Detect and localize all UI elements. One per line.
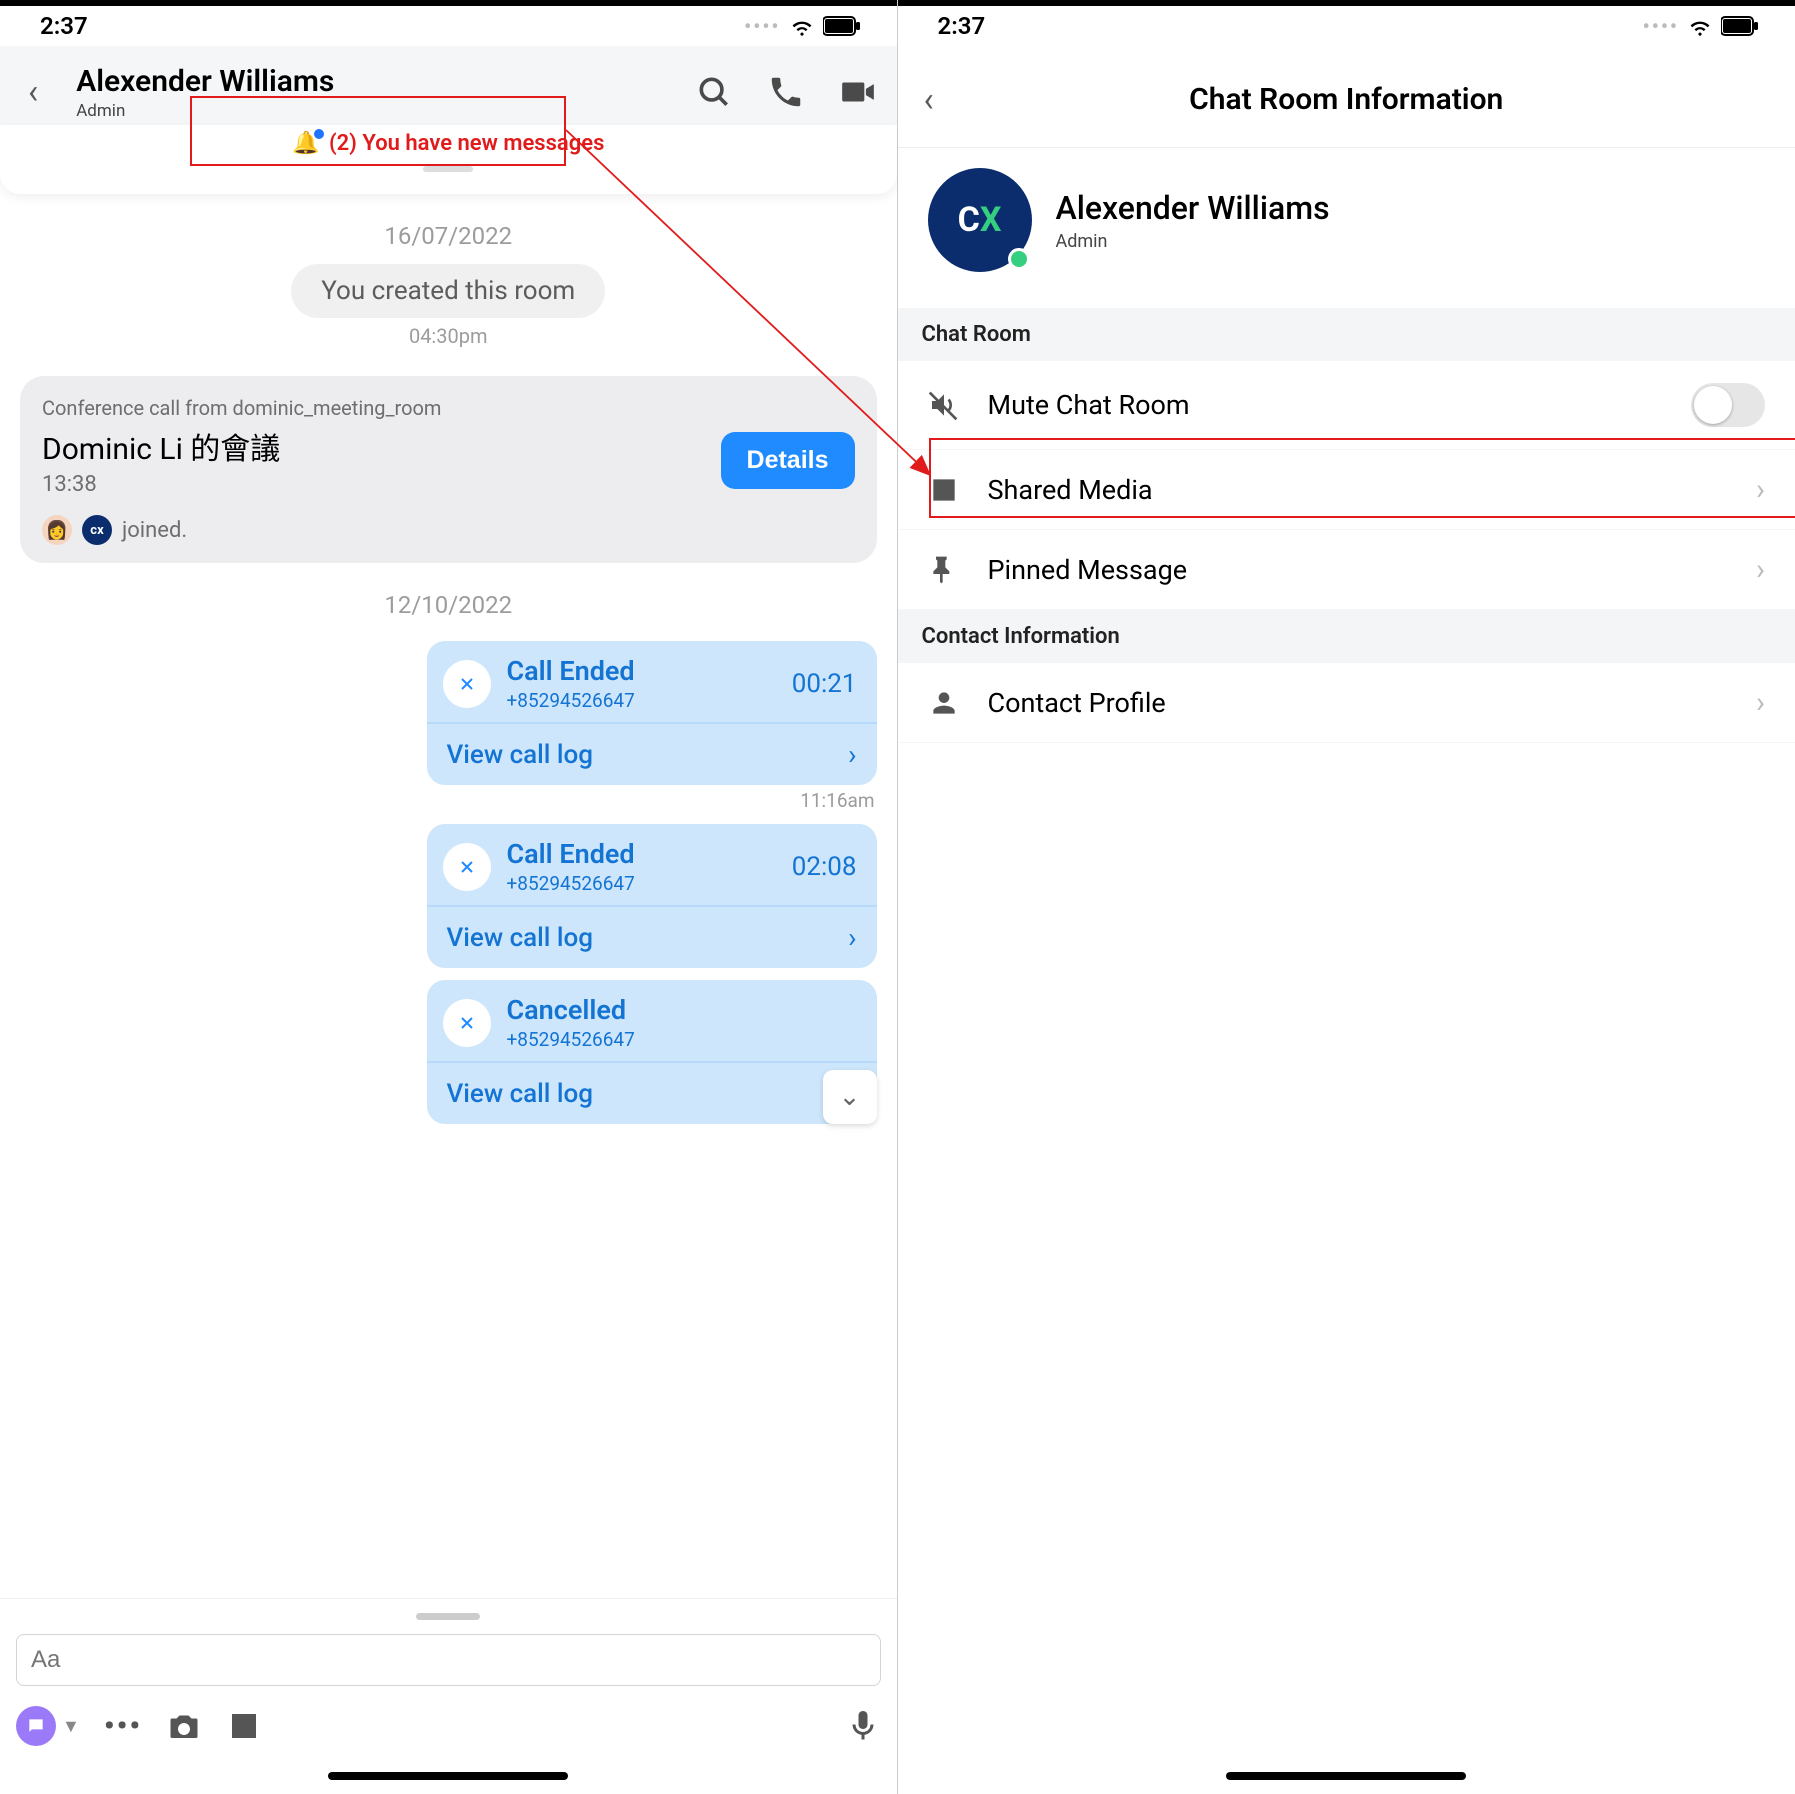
home-indicator[interactable] xyxy=(1226,1772,1466,1780)
gallery-icon[interactable] xyxy=(226,1708,262,1744)
scroll-down-button[interactable]: ⌄ xyxy=(823,1070,877,1124)
status-bar: 2:37 •••• xyxy=(898,6,1795,46)
call-duration: 02:08 xyxy=(792,852,857,882)
more-options-button[interactable]: ••• xyxy=(104,1709,142,1744)
contact-profile-row[interactable]: Contact Profile › xyxy=(898,663,1795,743)
home-indicator[interactable] xyxy=(328,1772,568,1780)
info-header: ‹ Chat Room Information xyxy=(898,46,1795,148)
view-call-log-button[interactable]: View call log › xyxy=(427,905,877,968)
battery-icon xyxy=(1721,16,1759,36)
contact-summary: CX Alexender Williams Admin xyxy=(898,148,1795,308)
call-arrow-icon xyxy=(443,999,491,1047)
composer-handle[interactable] xyxy=(416,1613,480,1620)
person-icon xyxy=(928,687,960,719)
room-title-area[interactable]: Alexender Williams Admin xyxy=(68,58,672,125)
mute-toggle[interactable] xyxy=(1691,383,1765,427)
contact-name: Alexender Williams xyxy=(1056,189,1330,227)
composer: ▼ ••• xyxy=(0,1598,897,1762)
call-title: Call Ended xyxy=(507,838,635,870)
call-number: +85294526647 xyxy=(507,872,635,895)
video-icon[interactable] xyxy=(839,73,877,111)
back-button[interactable]: ‹ xyxy=(924,80,934,120)
bell-icon: 🔔 xyxy=(292,131,319,156)
chat-header: ‹ Alexender Williams Admin xyxy=(0,46,897,125)
call-title: Cancelled xyxy=(507,994,635,1026)
call-title: Call Ended xyxy=(507,655,635,687)
media-icon xyxy=(928,474,960,506)
conference-title: Dominic Li 的會議 xyxy=(42,424,280,468)
chat-screen: 2:37 •••• ‹ Alexender Williams Admin 🔔 (… xyxy=(0,0,898,1794)
call-number: +85294526647 xyxy=(507,1028,635,1051)
chevron-right-icon: › xyxy=(1756,472,1765,507)
shared-media-row[interactable]: Shared Media › xyxy=(898,450,1795,530)
presence-dot-icon xyxy=(1008,248,1030,270)
media-label: Shared Media xyxy=(988,474,1153,506)
back-button[interactable]: ‹ xyxy=(20,72,46,112)
send-caret-icon[interactable]: ▼ xyxy=(62,1716,80,1737)
details-button[interactable]: Details xyxy=(721,432,855,489)
profile-label: Contact Profile xyxy=(988,687,1166,719)
wifi-icon xyxy=(789,13,815,39)
section-contact-info: Contact Information xyxy=(898,610,1795,663)
mic-icon[interactable] xyxy=(845,1708,881,1744)
wifi-icon xyxy=(1687,13,1713,39)
pinned-message-row[interactable]: Pinned Message › xyxy=(898,530,1795,610)
message-input[interactable] xyxy=(16,1634,881,1686)
chevron-right-icon: › xyxy=(1756,685,1765,720)
status-bar: 2:37 •••• xyxy=(0,6,897,46)
room-info-screen: 2:37 •••• ‹ Chat Room Information CX Ale… xyxy=(898,0,1795,1794)
room-name: Alexender Williams xyxy=(76,64,664,99)
pinned-label: Pinned Message xyxy=(988,554,1188,586)
camera-icon[interactable] xyxy=(166,1708,202,1744)
chevron-right-icon: › xyxy=(1756,552,1765,587)
search-icon[interactable] xyxy=(695,73,733,111)
call-bubble[interactable]: Call Ended +85294526647 02:08 View call … xyxy=(427,824,877,968)
view-call-log-button[interactable]: View call log › xyxy=(427,722,877,785)
conference-meta: Conference call from dominic_meeting_roo… xyxy=(42,396,855,420)
contact-role: Admin xyxy=(1056,231,1330,252)
cellular-dots-icon: •••• xyxy=(1643,14,1679,38)
avatar-user: 👩 xyxy=(42,515,72,545)
call-number: +85294526647 xyxy=(507,689,635,712)
mute-label: Mute Chat Room xyxy=(988,389,1190,421)
date-separator-2: 12/10/2022 xyxy=(0,563,897,629)
status-time: 2:37 xyxy=(40,12,88,40)
room-role: Admin xyxy=(76,101,664,121)
call-arrow-icon xyxy=(443,660,491,708)
date-separator: 16/07/2022 xyxy=(0,194,897,260)
mute-chat-row[interactable]: Mute Chat Room xyxy=(898,361,1795,450)
battery-icon xyxy=(823,16,861,36)
pin-icon xyxy=(928,554,960,586)
status-icons: •••• xyxy=(1643,13,1759,39)
new-messages-banner[interactable]: 🔔 (2) You have new messages xyxy=(0,125,897,194)
page-title: Chat Room Information xyxy=(1189,82,1503,117)
call-bubble[interactable]: Cancelled +85294526647 View call log › xyxy=(427,980,877,1124)
cellular-dots-icon: •••• xyxy=(744,14,780,38)
joined-text: joined. xyxy=(122,518,187,543)
status-time: 2:37 xyxy=(938,12,986,40)
mute-icon xyxy=(928,389,960,421)
call-arrow-icon xyxy=(443,843,491,891)
section-chat-room: Chat Room xyxy=(898,308,1795,361)
chevron-right-icon: › xyxy=(848,921,856,954)
avatar-cx-icon: CX xyxy=(928,168,1032,272)
phone-icon[interactable] xyxy=(767,73,805,111)
view-call-log-button[interactable]: View call log › xyxy=(427,1061,877,1124)
chevron-right-icon: › xyxy=(848,738,856,771)
avatar-cx-icon: cx xyxy=(82,515,112,545)
call-bubble[interactable]: Call Ended +85294526647 00:21 View call … xyxy=(427,641,877,785)
conference-card[interactable]: Conference call from dominic_meeting_roo… xyxy=(20,376,877,563)
bubble-time: 11:16am xyxy=(0,789,875,812)
status-icons: •••• xyxy=(744,13,860,39)
call-duration: 00:21 xyxy=(792,669,857,699)
room-created-pill: You created this room xyxy=(291,264,605,318)
banner-text: (2) You have new messages xyxy=(329,131,604,156)
send-button[interactable] xyxy=(16,1706,56,1746)
pull-handle[interactable] xyxy=(423,166,473,172)
room-created-time: 04:30pm xyxy=(0,324,897,348)
conference-time: 13:38 xyxy=(42,472,280,497)
